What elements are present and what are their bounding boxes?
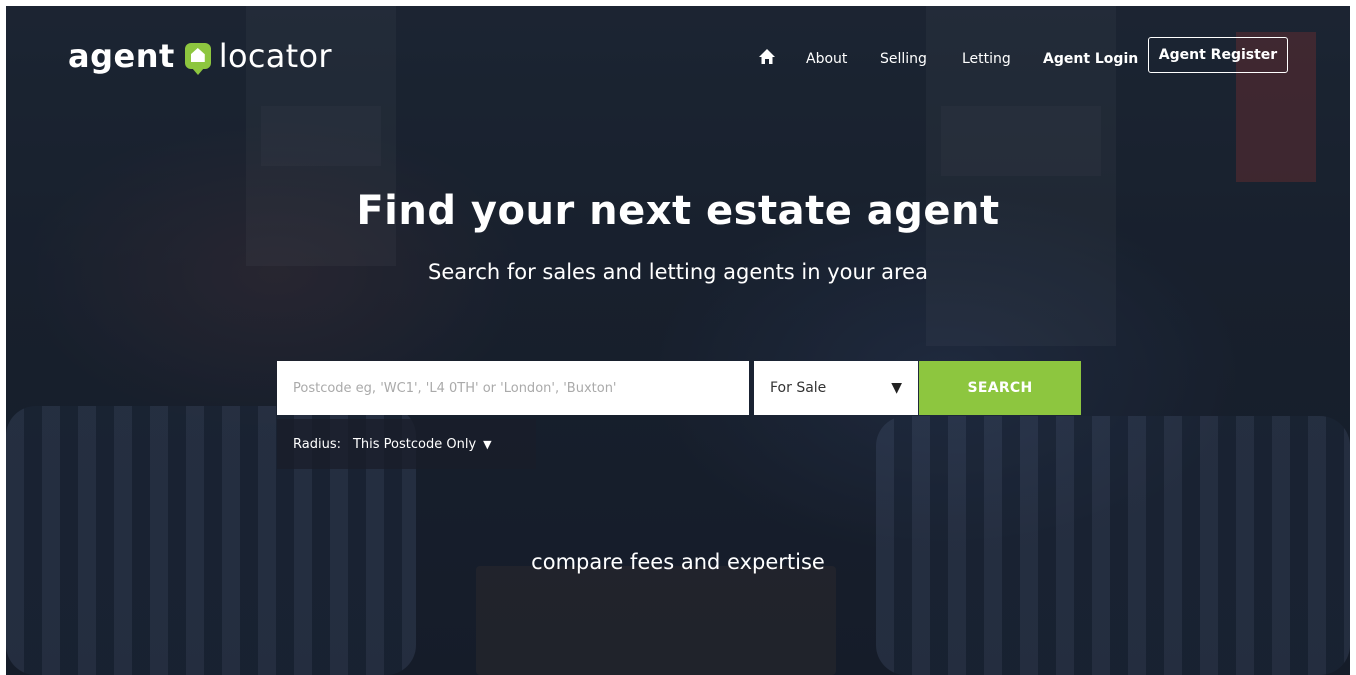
caret-down-icon: ▼	[483, 437, 492, 451]
radius-bar: Radius: This Postcode Only ▼	[277, 419, 536, 469]
radius-label: Radius:	[293, 436, 341, 452]
nav-about-link[interactable]: About	[806, 51, 847, 67]
radius-value: This Postcode Only	[352, 436, 477, 452]
nav-letting-link[interactable]: Letting	[962, 51, 1011, 67]
postcode-search-input[interactable]	[277, 361, 749, 415]
listing-type-value: For Sale	[770, 380, 827, 396]
caret-down-icon: ▼	[891, 380, 902, 396]
hero-title: Find your next estate agent	[356, 188, 1000, 234]
listing-type-select[interactable]: For Sale ▼	[754, 361, 918, 415]
hero-section: agent locator About Selling Letting Agen…	[6, 6, 1350, 675]
agent-login-link[interactable]: Agent Login	[1043, 51, 1138, 67]
main-nav: About Selling Letting Agent Login Agent …	[6, 37, 1350, 76]
agent-register-button[interactable]: Agent Register	[1148, 37, 1288, 73]
hero-subtitle: Search for sales and letting agents in y…	[428, 260, 928, 284]
dark-overlay	[6, 6, 1350, 675]
nav-selling-link[interactable]: Selling	[880, 51, 927, 67]
tagline: compare fees and expertise	[531, 550, 825, 574]
radius-select[interactable]: This Postcode Only ▼	[353, 437, 492, 452]
search-button[interactable]: SEARCH	[919, 361, 1081, 415]
background-image	[6, 6, 1350, 675]
home-icon[interactable]	[758, 48, 776, 66]
